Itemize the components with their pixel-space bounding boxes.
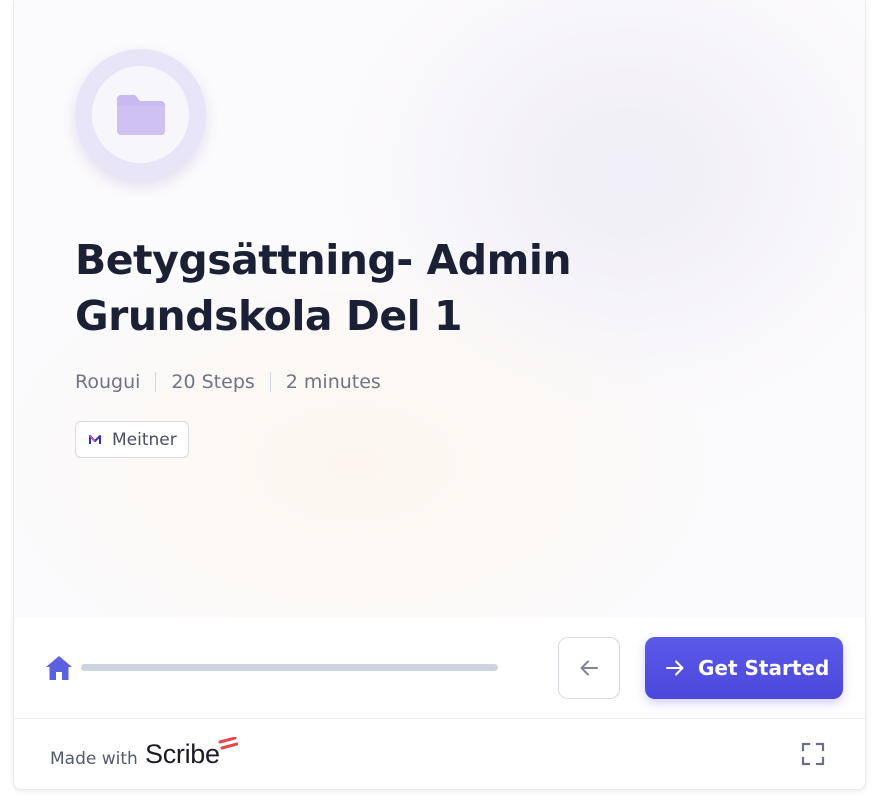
arrow-right-icon [666,660,684,676]
hero-section: Betygsättning- Admin Grundskola Del 1 Ro… [14,0,865,618]
author-name: Rougui [75,371,141,393]
arrow-left-icon [580,660,598,676]
workspace-tag[interactable]: Meitner [75,421,189,458]
get-started-label: Get Started [698,656,830,680]
guide-meta: Rougui 20 Steps 2 minutes [75,368,381,396]
guide-title: Betygsättning- Admin Grundskola Del 1 [75,236,572,340]
expand-icon[interactable] [801,742,825,766]
scribe-logo[interactable]: Scribe [145,739,220,770]
get-started-button[interactable]: Get Started [645,637,843,699]
footer: Made with Scribe [14,718,865,789]
folder-badge [75,49,206,180]
meta-divider [155,372,157,392]
home-icon[interactable] [45,655,73,681]
step-count: 20 Steps [171,371,255,393]
duration: 2 minutes [285,371,381,393]
scribe-mark-icon [218,737,238,750]
meta-divider [269,372,271,392]
folder-icon [117,95,165,135]
progress-track [81,664,498,671]
guide-card: Betygsättning- Admin Grundskola Del 1 Ro… [13,0,866,790]
workspace-tag-label: Meitner [112,429,177,450]
workspace-logo-icon [88,432,102,447]
made-with-text: Made with [50,749,138,769]
back-button[interactable] [558,637,620,699]
